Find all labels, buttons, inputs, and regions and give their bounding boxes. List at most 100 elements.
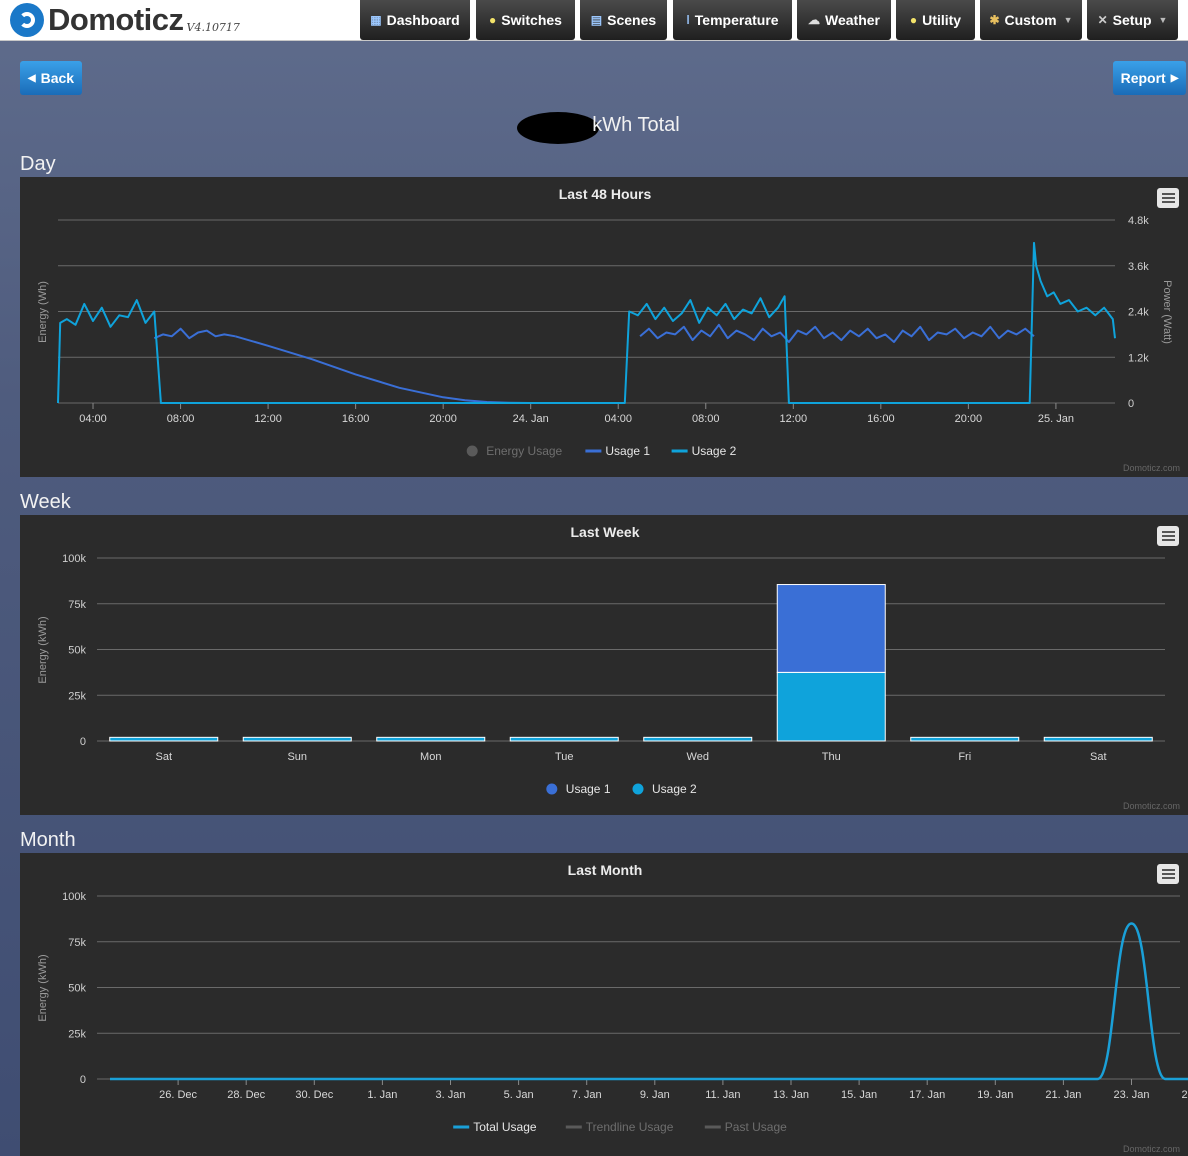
y-tick-label: 25k — [68, 690, 86, 702]
bar-usage-2 — [910, 736, 1020, 742]
y-tick-label: 100k — [62, 553, 86, 565]
series-line-usage-1 — [153, 327, 236, 340]
y2-tick-label: 3.6k — [1128, 261, 1149, 273]
x-tick-label: Fri — [958, 751, 971, 763]
y-axis-label: Energy (kWh) — [37, 616, 49, 683]
nav-temperature[interactable]: ǀ Temperature — [673, 0, 792, 40]
nav-label: Custom — [1004, 12, 1057, 28]
page-title: kWh Total — [0, 114, 1188, 137]
x-tick-label: 28. Dec — [227, 1089, 265, 1101]
legend-item[interactable]: Usage 2 — [632, 782, 698, 796]
section-day-label: Day — [20, 153, 56, 175]
x-tick-label: 17. Jan — [909, 1089, 945, 1101]
chart-title: Last Month — [568, 862, 643, 878]
nav-label: Scenes — [607, 12, 657, 28]
bar-usage-1 — [776, 584, 886, 673]
chart-menu-button[interactable] — [1157, 526, 1179, 546]
x-tick-label: 24. Jan — [513, 413, 549, 425]
y-axis-label: Energy (kWh) — [37, 954, 49, 1021]
week-chart[interactable]: Last Week Energy (kWh) 0 25k 50k 75k 100k Sat… — [20, 515, 1188, 815]
nav-custom[interactable]: ✱ Custom ▼ — [980, 0, 1082, 40]
chart-credit[interactable]: Domoticz.com — [1123, 801, 1180, 811]
chevron-down-icon: ▼ — [1063, 15, 1073, 25]
bar-usage-2 — [242, 736, 352, 742]
top-navbar: Domoticz V4.10717 ▦ Dashboard ● Switches ▤… — [0, 0, 1188, 41]
legend-item[interactable]: Total Usage — [453, 1120, 537, 1134]
x-tick-label: 16:00 — [867, 413, 895, 425]
series-line-usage-1 — [639, 323, 1035, 343]
legend-symbol — [546, 783, 558, 795]
legend-item[interactable]: Past Usage — [704, 1120, 787, 1134]
bar-usage-2 — [643, 736, 753, 742]
x-tick-label: 13. Jan — [773, 1089, 809, 1101]
x-tick-label: 1. Jan — [367, 1089, 397, 1101]
month-chart-svg: Last Month Energy (kWh) 0 25k 50k 75k 100k 26… — [37, 862, 1188, 1134]
chart-menu-button[interactable] — [1157, 864, 1179, 884]
section-week-label: Week — [20, 491, 71, 513]
bulb-plug-icon: ● — [909, 13, 918, 27]
y2-tick-label: 4.8k — [1128, 215, 1149, 227]
chart-menu-button[interactable] — [1157, 188, 1179, 208]
y2-tick-label: 0 — [1128, 398, 1134, 410]
back-button[interactable]: ◀ Back — [20, 61, 82, 95]
nav-setup[interactable]: ✕ Setup ▼ — [1087, 0, 1178, 40]
x-tick-label: 3. Jan — [436, 1089, 466, 1101]
nav-label: Temperature — [694, 12, 779, 28]
x-tick-label: Tue — [555, 751, 574, 763]
y-axis-label: Energy (Wh) — [37, 281, 49, 343]
x-tick-label: 9. Jan — [640, 1089, 670, 1101]
thermometer-icon: ǀ — [686, 13, 690, 27]
legend-item[interactable]: Usage 1 — [546, 782, 611, 796]
nav-label: Weather — [825, 12, 880, 28]
nav-switches[interactable]: ● Switches — [476, 0, 575, 40]
x-tick-label: 19. Jan — [977, 1089, 1013, 1101]
x-tick-label: 12:00 — [780, 413, 808, 425]
bar-usage-2 — [776, 671, 886, 742]
report-button[interactable]: Report ▶ — [1113, 61, 1186, 95]
y-tick-label: 75k — [68, 937, 86, 949]
x-tick-label: 08:00 — [692, 413, 720, 425]
y2-tick-label: 2.4k — [1128, 307, 1149, 319]
y-tick-label: 0 — [80, 736, 86, 748]
x-tick-label: 26. Dec — [159, 1089, 197, 1101]
chart-credit[interactable]: Domoticz.com — [1123, 1144, 1180, 1154]
legend-item[interactable]: Usage 2 — [671, 444, 737, 458]
legend-item[interactable]: Energy Usage — [466, 444, 563, 458]
nav-weather[interactable]: ☁ Weather — [797, 0, 891, 40]
x-tick-label: 7. Jan — [572, 1089, 602, 1101]
x-tick-label: 23. Jan — [1113, 1089, 1149, 1101]
chart-title: Last Week — [571, 524, 640, 540]
arrow-right-icon: ▶ — [1170, 72, 1179, 84]
legend-label: Usage 2 — [652, 782, 697, 796]
nav-utility[interactable]: ● Utility — [896, 0, 975, 40]
day-chart[interactable]: Last 48 Hours Energy (Wh) Power (Watt) 0… — [20, 177, 1188, 477]
chart-credit[interactable]: Domoticz.com — [1123, 463, 1180, 473]
month-chart[interactable]: Last Month Energy (kWh) 0 25k 50k 75k 100k 26… — [20, 853, 1188, 1156]
week-chart-svg: Last Week Energy (kWh) 0 25k 50k 75k 100k Sat… — [37, 524, 1165, 796]
x-tick-label: Sat — [1090, 751, 1107, 763]
x-tick-label: Sat — [155, 751, 172, 763]
tools-icon: ✕ — [1097, 13, 1108, 27]
bar-usage-2 — [509, 736, 619, 742]
series-line-total-usage — [110, 922, 1188, 1081]
lightbulb-icon: ● — [489, 13, 497, 27]
x-tick-label: 20:00 — [429, 413, 457, 425]
nav-scenes[interactable]: ▤ Scenes — [580, 0, 667, 40]
nav-dashboard[interactable]: ▦ Dashboard — [360, 0, 470, 40]
day-grid — [58, 219, 1115, 404]
back-label: Back — [40, 70, 75, 86]
x-tick-label: 30. Dec — [295, 1089, 333, 1101]
legend-item[interactable]: Usage 1 — [585, 444, 650, 458]
legend-item[interactable]: Trendline Usage — [565, 1120, 674, 1134]
report-label: Report — [1120, 70, 1166, 86]
legend-label: Energy Usage — [486, 444, 562, 458]
legend-label: Past Usage — [725, 1120, 787, 1134]
legend-label: Usage 1 — [605, 444, 650, 458]
x-tick-label: 5. Jan — [504, 1089, 534, 1101]
chevron-down-icon: ▼ — [1158, 15, 1168, 25]
x-tick-label: 12:00 — [254, 413, 282, 425]
x-tick-label: 04:00 — [604, 413, 632, 425]
series-line-usage-1 — [235, 335, 531, 404]
dashboard-icon: ▦ — [370, 13, 382, 27]
app-logo[interactable]: Domoticz V4.10717 — [10, 3, 240, 37]
